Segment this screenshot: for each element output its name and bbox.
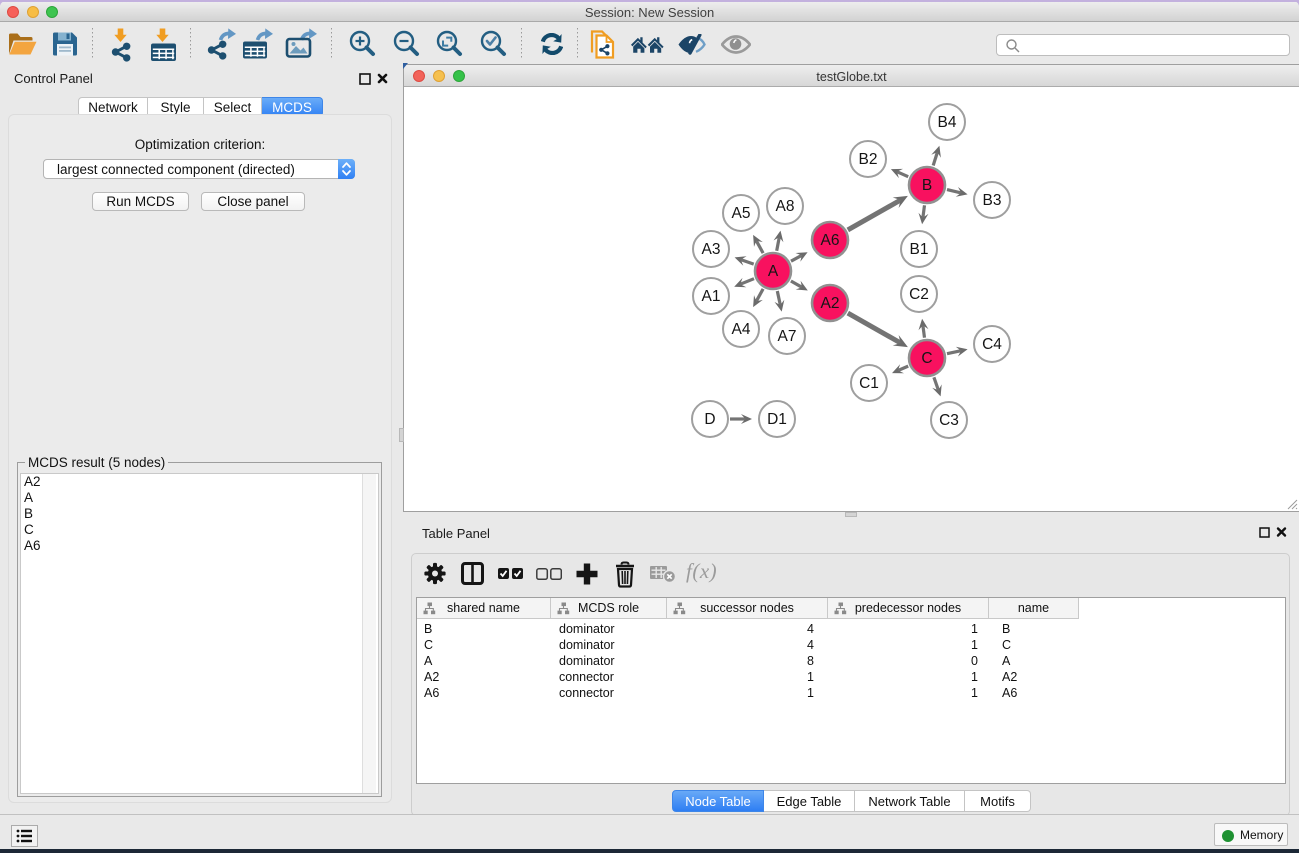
- svg-text:C4: C4: [982, 336, 1002, 353]
- svg-text:B4: B4: [938, 114, 957, 131]
- svg-text:B3: B3: [983, 192, 1002, 209]
- svg-text:A: A: [768, 263, 779, 280]
- svg-text:A1: A1: [702, 288, 721, 305]
- svg-text:B2: B2: [859, 151, 878, 168]
- svg-text:A7: A7: [778, 328, 797, 345]
- svg-text:A8: A8: [776, 198, 795, 215]
- svg-text:B: B: [922, 177, 932, 194]
- svg-text:C: C: [921, 350, 932, 367]
- svg-text:A6: A6: [821, 232, 840, 249]
- svg-text:D: D: [704, 411, 715, 428]
- svg-text:A3: A3: [702, 241, 721, 258]
- svg-text:A5: A5: [732, 205, 751, 222]
- svg-text:C3: C3: [939, 412, 959, 429]
- svg-text:A2: A2: [821, 295, 840, 312]
- svg-text:B1: B1: [910, 241, 929, 258]
- svg-text:D1: D1: [767, 411, 787, 428]
- svg-text:A4: A4: [732, 321, 751, 338]
- svg-text:C2: C2: [909, 286, 929, 303]
- svg-text:C1: C1: [859, 375, 879, 392]
